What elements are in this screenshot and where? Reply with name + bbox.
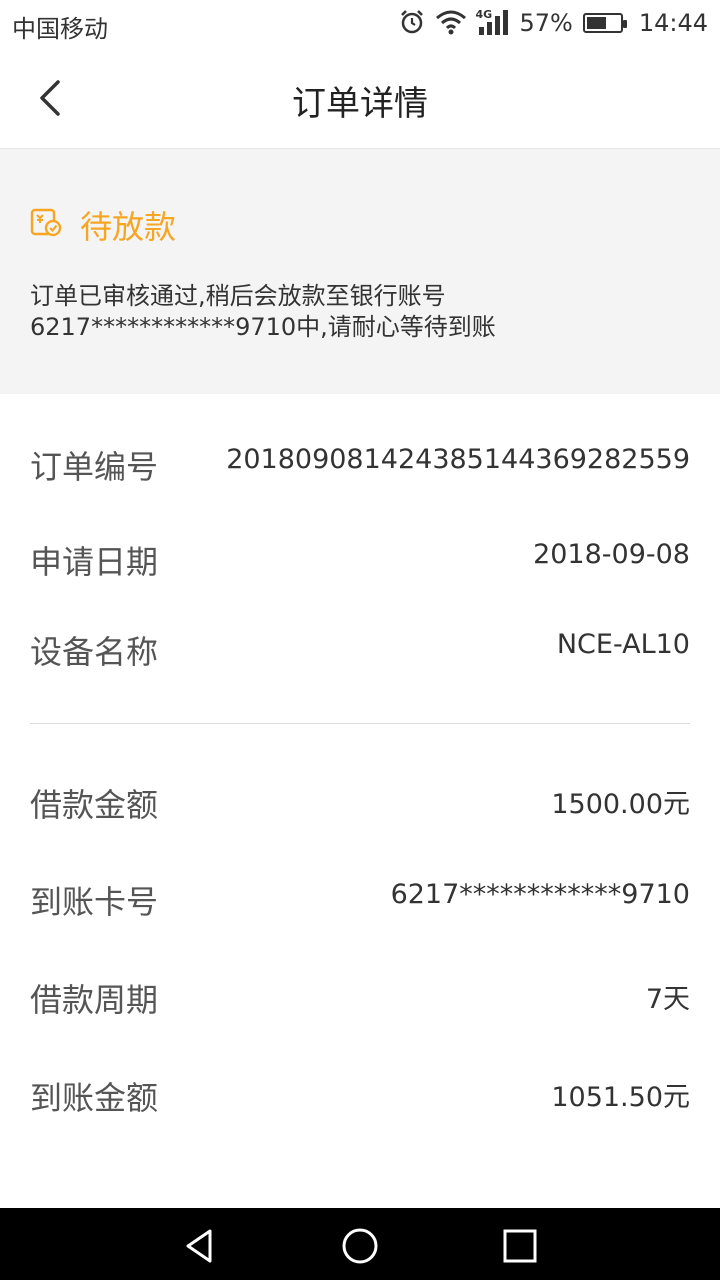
nav-home-button[interactable] bbox=[340, 1226, 380, 1266]
order-number-value: 201809081424385144369282559 bbox=[226, 444, 690, 475]
row-label: 借款周期 bbox=[30, 981, 159, 1019]
row-label: 申请日期 bbox=[30, 543, 159, 581]
alarm-icon bbox=[399, 9, 425, 37]
status-title: 待放款 bbox=[80, 208, 177, 246]
apply-date-row: 申请日期 2018-09-08 bbox=[30, 527, 690, 587]
row-label: 借款金额 bbox=[30, 786, 159, 824]
order-status-panel: 待放款 订单已审核通过,稍后会放款至银行账号 6217************9… bbox=[0, 149, 720, 394]
clock: 14:44 bbox=[638, 9, 708, 37]
row-label: 设备名称 bbox=[30, 633, 159, 671]
nav-recents-button[interactable] bbox=[500, 1226, 540, 1266]
status-message-line2: 6217************9710中,请耐心等待到账 bbox=[30, 313, 496, 341]
battery-percent: 57% bbox=[519, 9, 573, 37]
signal-icon: 4G bbox=[475, 8, 509, 37]
apply-date-value: 2018-09-08 bbox=[533, 539, 690, 570]
clock-check-icon bbox=[30, 206, 62, 238]
received-amount-value: 1051.50元 bbox=[551, 1082, 690, 1113]
loan-amount-value: 1500.00元 bbox=[551, 789, 690, 820]
carrier-label: 中国移动 bbox=[12, 15, 108, 43]
loan-amount-row: 借款金额 1500.00元 bbox=[30, 770, 690, 830]
row-label: 到账金额 bbox=[30, 1079, 159, 1117]
row-label: 订单编号 bbox=[30, 448, 159, 486]
status-bar: 中国移动 4G 57% 14:44 bbox=[0, 0, 720, 50]
received-amount-row: 到账金额 1051.50元 bbox=[30, 1063, 690, 1123]
status-message-line1: 订单已审核通过,稍后会放款至银行账号 bbox=[30, 282, 446, 310]
circle-home-icon bbox=[342, 1228, 378, 1264]
divider bbox=[30, 723, 690, 724]
system-navigation-bar bbox=[0, 1208, 720, 1280]
order-number-row: 订单编号 201809081424385144369282559 bbox=[30, 432, 690, 492]
loan-period-value: 7天 bbox=[645, 984, 690, 1015]
square-recents-icon bbox=[503, 1229, 537, 1263]
battery-icon bbox=[582, 13, 627, 33]
network-type-label: 4G bbox=[475, 8, 493, 21]
page-title: 订单详情 bbox=[292, 84, 428, 124]
device-name-value: NCE-AL10 bbox=[556, 629, 690, 660]
app-header: 订单详情 bbox=[0, 50, 720, 149]
device-name-row: 设备名称 NCE-AL10 bbox=[30, 617, 690, 677]
triangle-back-icon bbox=[186, 1229, 212, 1263]
status-indicators: 4G 57% 14:44 bbox=[399, 8, 708, 37]
card-number-row: 到账卡号 6217************9710 bbox=[30, 867, 690, 927]
status-message: 订单已审核通过,稍后会放款至银行账号 6217************9710中… bbox=[30, 281, 690, 343]
loan-period-row: 借款周期 7天 bbox=[30, 965, 690, 1025]
card-number-value: 6217************9710 bbox=[390, 879, 690, 910]
row-label: 到账卡号 bbox=[30, 883, 159, 921]
wifi-icon bbox=[435, 9, 467, 37]
nav-back-button[interactable] bbox=[180, 1226, 220, 1266]
